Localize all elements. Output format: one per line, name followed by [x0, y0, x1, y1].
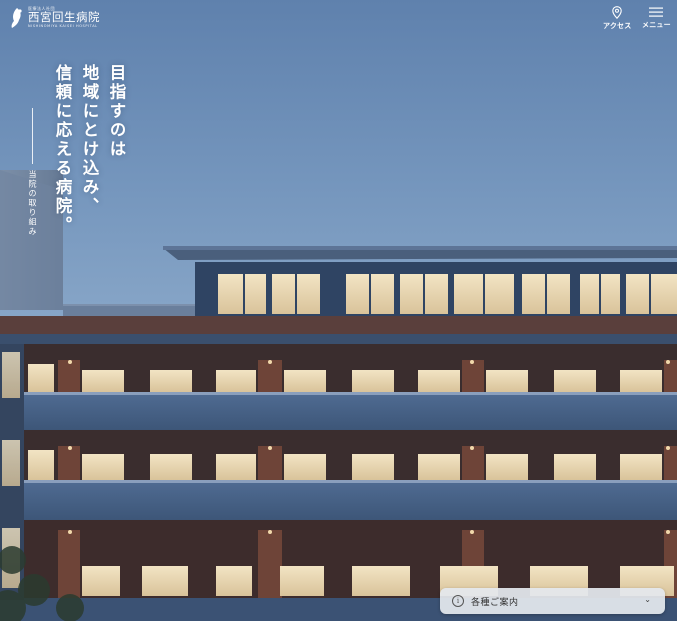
logo-mark-icon: [11, 8, 22, 28]
info-icon: i: [452, 595, 464, 607]
guidance-dropdown[interactable]: i 各種ご案内 ⌄: [440, 588, 665, 614]
chevron-down-icon: ⌄: [644, 595, 651, 604]
site-header: 医療法人社団 西宮回生病院 NISHINOMIYA KAISEI HOSPITA…: [0, 0, 677, 40]
logo-hospital-name: 西宮回生病院: [28, 10, 100, 25]
initiatives-label: 当院の取り組み: [28, 170, 37, 237]
access-button[interactable]: アクセス: [603, 6, 631, 31]
map-pin-icon: [612, 6, 622, 19]
access-label: アクセス: [603, 22, 632, 30]
logo-corporation-text: 医療法人社団: [28, 6, 55, 12]
hero-catch-copy: 目指すのは 地域にとけ込み、 信頼に応える病院。: [53, 64, 126, 235]
site-logo[interactable]: 医療法人社団 西宮回生病院 NISHINOMIYA KAISEI HOSPITA…: [10, 7, 100, 29]
initiatives-divider: [32, 108, 33, 164]
guidance-label: 各種ご案内: [471, 597, 519, 608]
initiatives-link[interactable]: 当院の取り組み: [27, 108, 38, 237]
menu-label: メニュー: [642, 21, 671, 29]
logo-english-name: NISHINOMIYA KAISEI HOSPITAL: [28, 24, 98, 29]
hamburger-menu-icon: [649, 7, 664, 17]
menu-button[interactable]: メニュー: [642, 6, 671, 30]
